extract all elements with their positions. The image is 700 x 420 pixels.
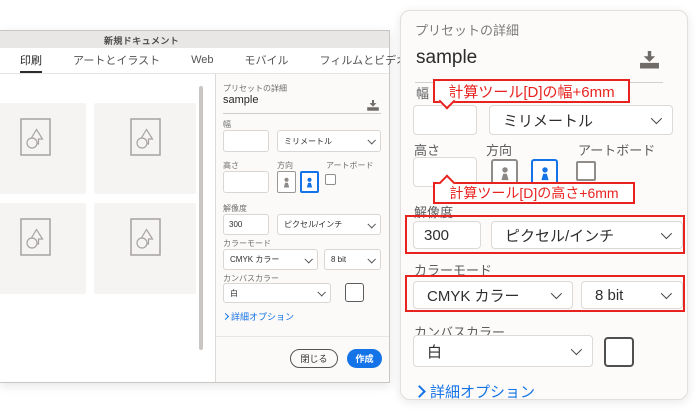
new-document-dialog: 新規ドキュメント 印刷 アートとイラスト Web モバイル フィルムとビデオ [0, 30, 390, 383]
canvas-color-swatch[interactable] [345, 283, 364, 302]
preset-details-heading: プリセットの詳細 [223, 83, 287, 94]
width-annotation: 計算ツール[D]の幅+6mm [433, 79, 630, 103]
unit-select-value: ミリメートル [284, 136, 332, 147]
artboard-label: アートボード [326, 160, 374, 171]
resolution-unit-value: ピクセル/インチ [505, 225, 614, 246]
resolution-label: 解像度 [414, 202, 453, 221]
advanced-options-label: 詳細オプション [430, 381, 535, 402]
preset-details-heading: プリセットの詳細 [415, 20, 519, 39]
preset-card[interactable] [94, 203, 196, 294]
chevron-right-icon [413, 385, 426, 398]
canvas-color-swatch[interactable] [604, 337, 634, 367]
width-annotation-text: 計算ツール[D]の幅+6mm [448, 81, 614, 102]
chevron-down-icon [367, 220, 375, 228]
unit-select-value: ミリメートル [503, 110, 593, 131]
chevron-down-icon [367, 136, 375, 144]
resolution-label: 解像度 [223, 203, 247, 214]
unit-select[interactable]: ミリメートル [489, 105, 673, 135]
landscape-icon [539, 165, 551, 182]
color-mode-select[interactable]: CMYK カラー [413, 281, 573, 309]
preset-details-zoom-panel: プリセットの詳細 sample 幅 ミリメートル 高さ 方向 アートボード [400, 10, 688, 400]
unit-select[interactable]: ミリメートル [277, 130, 381, 152]
canvas-color-value: 白 [230, 288, 238, 299]
advanced-options-link[interactable]: 詳細オプション [223, 310, 294, 323]
bit-depth-select[interactable]: 8 bit [324, 249, 381, 270]
chevron-right-icon [222, 313, 229, 320]
dialog-titlebar: 新規ドキュメント [0, 31, 389, 49]
chevron-down-icon [571, 344, 582, 355]
preset-card[interactable] [94, 103, 196, 194]
chevron-down-icon [661, 228, 672, 239]
document-name-field[interactable]: sample [223, 94, 258, 106]
canvas-color-select[interactable]: 白 [413, 335, 593, 367]
name-underline [223, 113, 381, 114]
tab-print[interactable]: 印刷 [20, 48, 42, 73]
category-tabs: 印刷 アートとイラスト Web モバイル フィルムとビデオ [0, 48, 389, 74]
chevron-down-icon [651, 113, 662, 124]
tab-film-video[interactable]: フィルムとビデオ [320, 48, 408, 73]
portrait-icon [282, 176, 291, 189]
color-mode-select[interactable]: CMYK カラー [223, 249, 318, 270]
tab-web[interactable]: Web [191, 48, 213, 73]
resolution-input[interactable] [223, 214, 269, 235]
advanced-options-link[interactable]: 詳細オプション [415, 381, 535, 402]
tab-mobile[interactable]: モバイル [245, 48, 289, 73]
color-mode-label: カラーモード [414, 260, 492, 279]
color-mode-label: カラーモード [223, 238, 271, 249]
bit-depth-select[interactable]: 8 bit [581, 281, 683, 309]
preset-details-panel: プリセットの詳細 sample 幅 ミリメートル 高さ 方向 アートボード [215, 74, 389, 382]
width-input[interactable] [413, 105, 477, 135]
resolution-unit-select[interactable]: ピクセル/インチ [491, 221, 683, 249]
save-preset-button[interactable] [637, 51, 662, 74]
canvas-color-select[interactable]: 白 [223, 283, 331, 303]
color-mode-value: CMYK カラー [230, 254, 279, 265]
chevron-down-icon [304, 255, 312, 263]
height-label: 高さ [223, 160, 239, 171]
document-name-field[interactable]: sample [416, 47, 477, 69]
preset-grid [0, 74, 215, 382]
landscape-icon [305, 176, 314, 189]
scrollbar-thumb[interactable] [199, 86, 203, 350]
bit-depth-value: 8 bit [595, 287, 623, 304]
color-mode-value: CMYK カラー [427, 285, 520, 306]
height-input[interactable] [223, 171, 269, 193]
tab-art-illustration[interactable]: アートとイラスト [73, 48, 160, 73]
document-preset-icon [20, 118, 51, 156]
preset-card[interactable] [0, 103, 86, 194]
height-annotation: 計算ツール[D]の高さ+6mm [433, 182, 635, 204]
width-input[interactable] [223, 130, 269, 152]
artboard-label: アートボード [578, 140, 655, 159]
resolution-unit-value: ピクセル/インチ [284, 219, 342, 230]
document-preset-icon [20, 218, 51, 256]
page: 新規ドキュメント 印刷 アートとイラスト Web モバイル フィルムとビデオ [0, 0, 700, 420]
artboard-checkbox[interactable] [325, 174, 336, 185]
save-preset-icon [637, 51, 662, 69]
artboard-checkbox[interactable] [576, 161, 596, 181]
create-button[interactable]: 作成 [347, 349, 382, 368]
document-preset-icon [130, 218, 161, 256]
dialog-title: 新規ドキュメント [104, 34, 179, 47]
chevron-down-icon [551, 288, 562, 299]
close-button[interactable]: 閉じる [290, 349, 338, 368]
document-preset-icon [130, 118, 161, 156]
advanced-options-label: 詳細オプション [231, 310, 294, 323]
chevron-down-icon [367, 255, 375, 263]
resolution-input[interactable] [413, 221, 481, 249]
bit-depth-value: 8 bit [331, 255, 346, 264]
resolution-unit-select[interactable]: ピクセル/インチ [277, 214, 381, 235]
orientation-label: 方向 [486, 140, 512, 159]
orientation-landscape-button[interactable] [300, 171, 319, 193]
chevron-down-icon [661, 288, 672, 299]
width-label: 幅 [416, 83, 429, 102]
width-label: 幅 [223, 119, 231, 130]
chevron-down-icon [317, 288, 325, 296]
dialog-footer: 閉じる 作成 [216, 336, 389, 382]
height-annotation-text: 計算ツール[D]の高さ+6mm [449, 183, 618, 203]
canvas-color-value: 白 [427, 341, 442, 362]
save-preset-icon [366, 100, 380, 111]
orientation-label: 方向 [277, 160, 293, 171]
portrait-icon [499, 165, 511, 182]
orientation-portrait-button[interactable] [277, 171, 296, 193]
preset-card[interactable] [0, 203, 86, 294]
